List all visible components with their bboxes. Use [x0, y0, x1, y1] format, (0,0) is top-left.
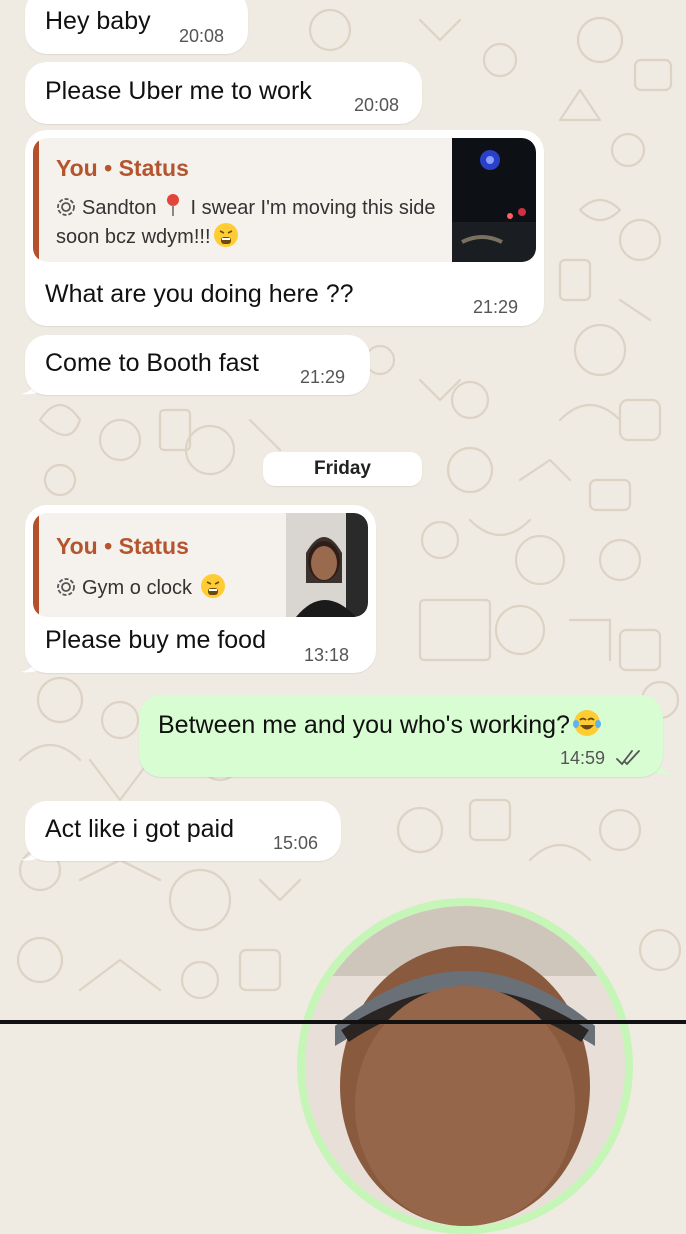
video-note-frame [305, 906, 625, 1226]
message-time: 21:29 [300, 367, 346, 387]
quoted-status[interactable]: You • Status Sandton I swear I'm moving t… [33, 138, 536, 262]
quote-author: You • Status [56, 155, 189, 181]
night-street-image [452, 138, 536, 262]
message-text: Please buy me food [45, 626, 266, 654]
incoming-message[interactable]: Come to Booth fast 21:29 [25, 335, 370, 395]
date-separator: Friday [263, 452, 422, 486]
read-double-check-icon [616, 750, 640, 766]
message-text-content: Between me and you who's working? [158, 711, 570, 739]
quote-author: You • Status [56, 533, 189, 559]
status-thumbnail[interactable] [286, 513, 368, 617]
message-text: Come to Booth fast [45, 349, 260, 377]
status-thumbnail[interactable] [452, 138, 536, 262]
quote-accent-bar [33, 138, 39, 262]
message-time: 20:08 [354, 95, 400, 115]
quote-caption: Gym o clock [56, 573, 226, 602]
message-time: 13:18 [304, 645, 350, 665]
incoming-message-with-reply[interactable]: You • Status Sandton I swear I'm moving t… [25, 130, 544, 326]
incoming-message-with-reply[interactable]: You • Status Gym o clock Please buy me f… [25, 505, 376, 673]
message-text: Act like i got paid [45, 815, 234, 843]
message-text: Please Uber me to work [45, 77, 312, 105]
message-text: Between me and you who's working? [158, 708, 602, 740]
message-time: 15:06 [273, 833, 319, 853]
incoming-message[interactable]: Act like i got paid 15:06 [25, 801, 341, 861]
selfie-image [286, 513, 368, 617]
message-time: 20:08 [179, 26, 225, 46]
message-time: 14:59 [560, 748, 606, 768]
incoming-message[interactable]: Please Uber me to work 20:08 [25, 62, 422, 124]
quote-caption: Sandton I swear I'm moving this side soon… [56, 193, 436, 251]
tired-face-emoji-icon [213, 223, 238, 247]
face-video-image [305, 906, 625, 1226]
outgoing-message[interactable]: Between me and you who's working? 14:59 [139, 695, 663, 777]
status-icon [57, 198, 75, 216]
incoming-message[interactable]: Hey baby 20:08 [25, 0, 248, 54]
tears-of-joy-emoji-icon [572, 710, 601, 736]
status-icon [57, 578, 75, 596]
video-note[interactable] [297, 898, 633, 1234]
bottom-edge [0, 1020, 686, 1024]
message-text: What are you doing here ?? [45, 280, 354, 308]
quote-accent-bar [33, 513, 39, 617]
message-text: Hey baby [45, 7, 151, 35]
quote-caption-text: Gym o clock [82, 577, 193, 599]
quote-location: Sandton [82, 197, 157, 219]
tired-face-emoji-icon [201, 574, 226, 598]
location-pin-icon [166, 194, 179, 216]
quoted-status[interactable]: You • Status Gym o clock [33, 513, 368, 617]
message-time: 21:29 [473, 297, 519, 317]
